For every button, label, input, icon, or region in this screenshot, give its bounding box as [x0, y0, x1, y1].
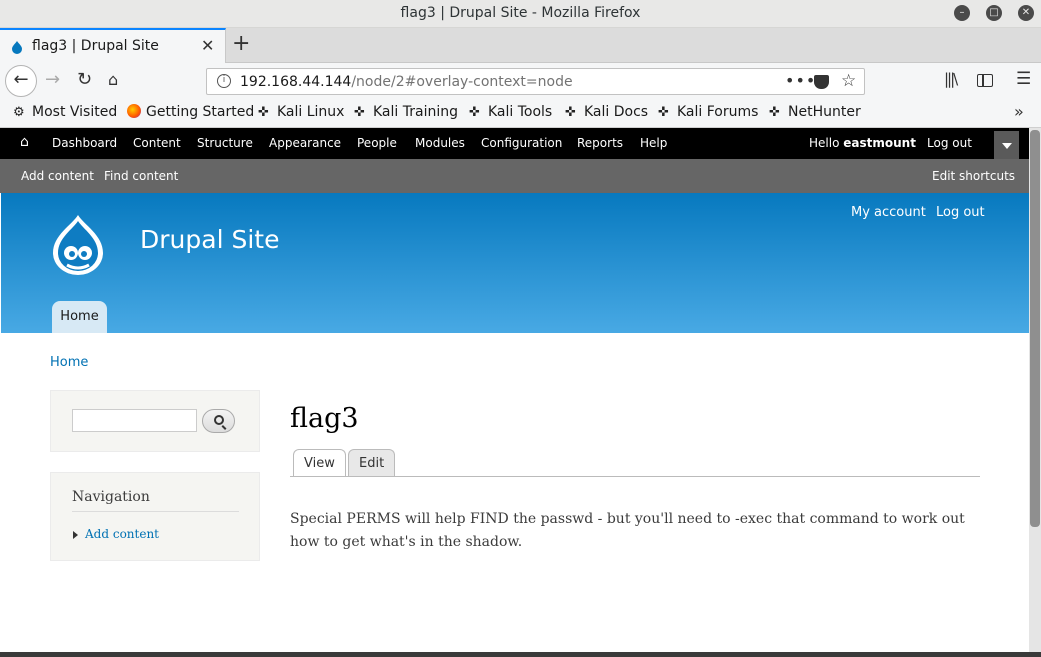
tab-title: flag3 | Drupal Site	[32, 38, 159, 54]
library-icon[interactable]: |||\	[944, 70, 958, 88]
node-body: Special PERMS will help FIND the passwd …	[290, 511, 965, 550]
url-host: 192.168.44.144	[240, 74, 352, 90]
admin-menu-structure[interactable]: Structure	[197, 136, 253, 150]
username-link[interactable]: eastmount	[843, 136, 916, 150]
kali-dragon-icon: ✜	[258, 105, 269, 120]
admin-menu-people[interactable]: People	[357, 136, 397, 150]
home-icon[interactable]: ⌂	[108, 70, 118, 89]
close-tab-icon[interactable]: ✕	[201, 36, 214, 55]
shortcut-find-content[interactable]: Find content	[104, 169, 178, 183]
admin-toolbar: ⌂ Dashboard Content Structure Appearance…	[0, 128, 1029, 159]
admin-greeting: Hello eastmount	[809, 136, 916, 150]
admin-menu-help[interactable]: Help	[640, 136, 667, 150]
bookmark-kali-training[interactable]: ✜ Kali Training	[354, 104, 458, 120]
bookmark-star-icon[interactable]: ☆	[841, 71, 856, 91]
bookmarks-toolbar: ⚙ Most Visited Getting Started ✜ Kali Linu…	[0, 99, 1041, 128]
search-block	[50, 390, 260, 452]
url-bar[interactable]: i 192.168.44.144/node/2#overlay-context=…	[206, 68, 865, 95]
bookmark-nethunter[interactable]: ✜ NetHunter	[769, 104, 861, 120]
page-title: flag3	[290, 403, 359, 434]
admin-menu-modules[interactable]: Modules	[415, 136, 465, 150]
kali-dragon-icon: ✜	[469, 105, 480, 120]
sidebar-icon[interactable]	[977, 74, 993, 87]
close-window-icon[interactable]: ✕	[1018, 5, 1034, 21]
search-input[interactable]	[72, 409, 197, 432]
minimize-icon[interactable]: –	[954, 5, 970, 21]
drupal-logo-icon[interactable]	[49, 213, 107, 277]
navigation-title: Navigation	[72, 489, 150, 505]
breadcrumb[interactable]: Home	[50, 355, 88, 370]
bookmark-label: Kali Training	[373, 104, 458, 120]
shortcut-add-content[interactable]: Add content	[21, 169, 94, 183]
divider	[72, 511, 239, 512]
search-button[interactable]	[202, 409, 235, 433]
back-icon[interactable]: ←	[5, 65, 37, 97]
kali-dragon-icon: ✜	[565, 105, 576, 120]
bookmark-kali-docs[interactable]: ✜ Kali Docs	[565, 104, 648, 120]
header-logout-link[interactable]: Log out	[936, 205, 985, 220]
tab-edit[interactable]: Edit	[348, 449, 396, 477]
nav-add-content-link[interactable]: Add content	[85, 527, 159, 541]
window-titlebar: flag3 | Drupal Site - Mozilla Firefox – …	[0, 0, 1041, 28]
window-bottom-edge	[0, 652, 1041, 657]
kali-dragon-icon: ✜	[354, 105, 365, 120]
bookmark-label: Kali Tools	[488, 104, 553, 120]
tab-strip: flag3 | Drupal Site ✕ +	[0, 28, 1041, 63]
page-actions-icon[interactable]: •••	[785, 71, 816, 90]
admin-menu-configuration[interactable]: Configuration	[481, 136, 562, 150]
search-icon	[214, 415, 224, 425]
bookmark-getting-started[interactable]: Getting Started	[127, 104, 254, 120]
bookmark-most-visited[interactable]: ⚙ Most Visited	[13, 104, 117, 120]
hamburger-menu-icon[interactable]: ☰	[1016, 69, 1031, 89]
forward-icon[interactable]: →	[45, 69, 60, 90]
admin-logout-link[interactable]: Log out	[927, 136, 972, 150]
admin-menu-appearance[interactable]: Appearance	[269, 136, 341, 150]
bookmark-label: Getting Started	[146, 104, 255, 120]
bookmark-label: Kali Forums	[677, 104, 759, 120]
admin-menu-dashboard[interactable]: Dashboard	[52, 136, 117, 150]
shortcuts-bar: Add content Find content Edit shortcuts	[0, 159, 1029, 193]
site-info-icon[interactable]: i	[217, 74, 231, 88]
window-title: flag3 | Drupal Site - Mozilla Firefox	[400, 5, 641, 21]
tab-view[interactable]: View	[293, 449, 346, 477]
bullet-icon	[73, 531, 78, 539]
reload-icon[interactable]: ↻	[77, 69, 92, 90]
bookmark-kali-linux[interactable]: ✜ Kali Linux	[258, 104, 344, 120]
main-menu-home[interactable]: Home	[52, 301, 107, 333]
maximize-icon[interactable]: □	[986, 5, 1002, 21]
tabs-divider	[290, 476, 980, 477]
url-path: /node/2#overlay-context=node	[351, 74, 573, 90]
bookmark-label: Kali Docs	[584, 104, 649, 120]
bookmark-kali-forums[interactable]: ✜ Kali Forums	[658, 104, 758, 120]
kali-dragon-icon: ✜	[769, 105, 780, 120]
more-bookmarks-icon[interactable]: »	[1014, 102, 1024, 121]
firefox-icon	[127, 104, 141, 118]
admin-menu-content[interactable]: Content	[133, 136, 181, 150]
shortcuts-toggle-icon[interactable]	[994, 131, 1019, 159]
bookmark-label: Most Visited	[32, 104, 118, 120]
navigation-block: Navigation Add content	[50, 472, 260, 561]
bookmark-kali-tools[interactable]: ✜ Kali Tools	[469, 104, 552, 120]
new-tab-icon[interactable]: +	[232, 31, 250, 56]
admin-home-icon[interactable]: ⌂	[20, 134, 29, 150]
greeting-text: Hello	[809, 136, 840, 150]
bookmark-label: NetHunter	[788, 104, 861, 120]
bookmark-label: Kali Linux	[277, 104, 345, 120]
admin-menu-reports[interactable]: Reports	[577, 136, 623, 150]
my-account-link[interactable]: My account	[851, 205, 926, 220]
browser-tab[interactable]: flag3 | Drupal Site ✕	[0, 28, 226, 63]
url-text[interactable]: 192.168.44.144/node/2#overlay-context=no…	[240, 74, 573, 90]
site-header: Drupal Site My account Log out Home	[1, 193, 1029, 333]
kali-dragon-icon: ✜	[658, 105, 669, 120]
site-name[interactable]: Drupal Site	[140, 225, 279, 254]
scrollbar-thumb[interactable]	[1030, 130, 1040, 527]
navigation-toolbar: ← → ↻ ⌂ i 192.168.44.144/node/2#overlay-…	[0, 63, 1041, 99]
drupal-favicon-icon	[12, 41, 22, 54]
main-content: Home Navigation Add content flag3 View E…	[1, 333, 1029, 652]
edit-shortcuts-link[interactable]: Edit shortcuts	[932, 169, 1015, 183]
pocket-icon[interactable]	[814, 75, 829, 89]
gear-icon: ⚙	[13, 105, 25, 120]
